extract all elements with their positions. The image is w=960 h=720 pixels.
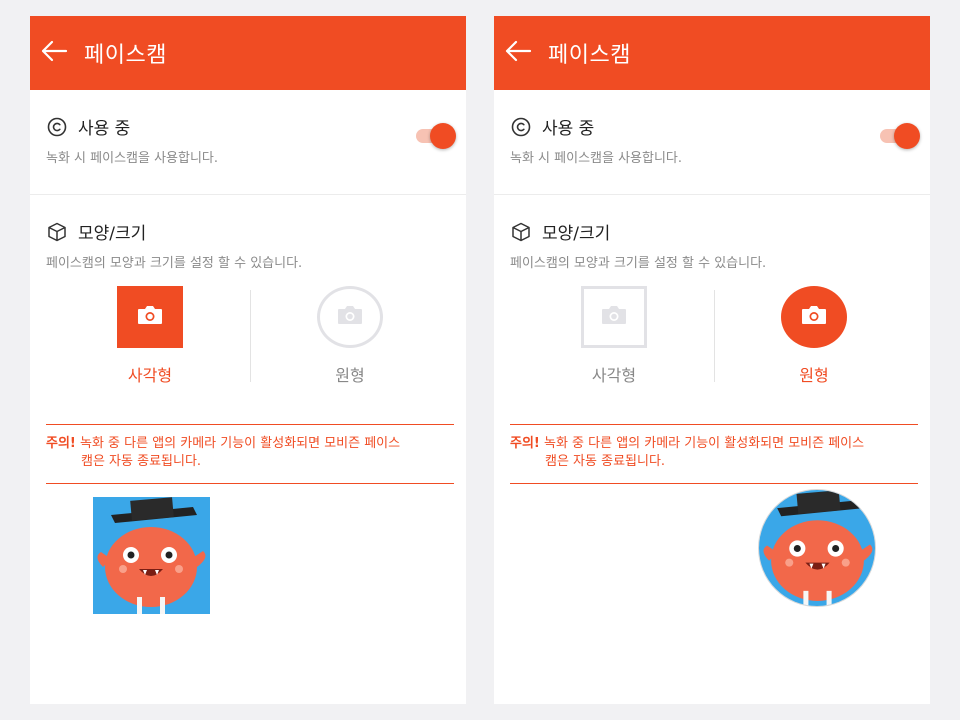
settings-screen-circle: 페이스캠 사용 중 녹화 시 페이스캠을 사용합니다. 모양/크기 페이스캠의 … (494, 16, 930, 704)
warning-notice: 주의! 녹화 중 다른 앱의 카메라 기능이 활성화되면 모비즌 페이스 캠은 … (510, 424, 918, 484)
warning-line2: 캠은 자동 종료됩니다. (81, 454, 202, 469)
app-bar: 페이스캠 (30, 16, 466, 90)
mascot-image (93, 497, 210, 614)
facecam-preview-circle[interactable] (758, 489, 876, 607)
shape-section: 모양/크기 페이스캠의 모양과 크기를 설정 할 수 있습니다. (30, 195, 466, 271)
circle-option[interactable]: 원형 (250, 286, 450, 386)
square-option-label: 사각형 (591, 366, 637, 385)
usage-section: 사용 중 녹화 시 페이스캠을 사용합니다. (494, 90, 930, 195)
circle-option[interactable]: 원형 (714, 286, 914, 386)
back-button[interactable] (34, 33, 74, 73)
square-option-label: 사각형 (127, 366, 173, 385)
cube-icon (510, 221, 532, 243)
usage-toggle[interactable] (880, 122, 920, 150)
page-title: 페이스캠 (84, 43, 167, 68)
facecam-preview-square[interactable] (93, 497, 210, 614)
arrow-left-icon (40, 39, 68, 67)
arrow-left-icon (504, 39, 532, 67)
shape-description: 페이스캠의 모양과 크기를 설정 할 수 있습니다. (510, 256, 767, 271)
app-bar: 페이스캠 (494, 16, 930, 90)
square-shape-button[interactable] (581, 286, 647, 348)
cube-icon (46, 221, 68, 243)
camera-icon (336, 304, 364, 330)
warning-label: 주의! (46, 436, 76, 451)
usage-toggle[interactable] (416, 122, 456, 150)
camera-icon (136, 304, 164, 330)
warning-line1: 녹화 중 다른 앱의 카메라 기능이 활성화되면 모비즌 페이스 (544, 436, 865, 451)
shape-options: 사각형 원형 (494, 286, 930, 386)
copyright-icon (510, 116, 532, 138)
circle-shape-button[interactable] (781, 286, 847, 348)
usage-title: 사용 중 (542, 119, 595, 139)
camera-icon (800, 304, 828, 330)
shape-title: 모양/크기 (78, 224, 147, 244)
mascot-image (759, 490, 875, 606)
usage-title: 사용 중 (78, 119, 131, 139)
settings-screen-square: 페이스캠 사용 중 녹화 시 페이스캠을 사용합니다. 모양/크기 페이스캠의 … (30, 16, 466, 704)
warning-label: 주의! (510, 436, 540, 451)
shape-description: 페이스캠의 모양과 크기를 설정 할 수 있습니다. (46, 256, 303, 271)
circle-option-label: 원형 (335, 366, 365, 385)
shape-section: 모양/크기 페이스캠의 모양과 크기를 설정 할 수 있습니다. (494, 195, 930, 271)
circle-shape-button[interactable] (317, 286, 383, 348)
shape-options: 사각형 원형 (30, 286, 466, 386)
shape-title: 모양/크기 (542, 224, 611, 244)
usage-section: 사용 중 녹화 시 페이스캠을 사용합니다. (30, 90, 466, 195)
back-button[interactable] (498, 33, 538, 73)
square-shape-button[interactable] (117, 286, 183, 348)
warning-line1: 녹화 중 다른 앱의 카메라 기능이 활성화되면 모비즌 페이스 (80, 436, 401, 451)
toggle-knob (894, 123, 920, 149)
page-title: 페이스캠 (548, 43, 631, 68)
copyright-icon (46, 116, 68, 138)
camera-icon (600, 304, 628, 330)
usage-description: 녹화 시 페이스캠을 사용합니다. (510, 151, 683, 166)
usage-description: 녹화 시 페이스캠을 사용합니다. (46, 151, 219, 166)
toggle-knob (430, 123, 456, 149)
circle-option-label: 원형 (799, 366, 829, 385)
warning-line2: 캠은 자동 종료됩니다. (545, 454, 666, 469)
square-option[interactable]: 사각형 (50, 286, 250, 386)
warning-notice: 주의! 녹화 중 다른 앱의 카메라 기능이 활성화되면 모비즌 페이스 캠은 … (46, 424, 454, 484)
square-option[interactable]: 사각형 (514, 286, 714, 386)
